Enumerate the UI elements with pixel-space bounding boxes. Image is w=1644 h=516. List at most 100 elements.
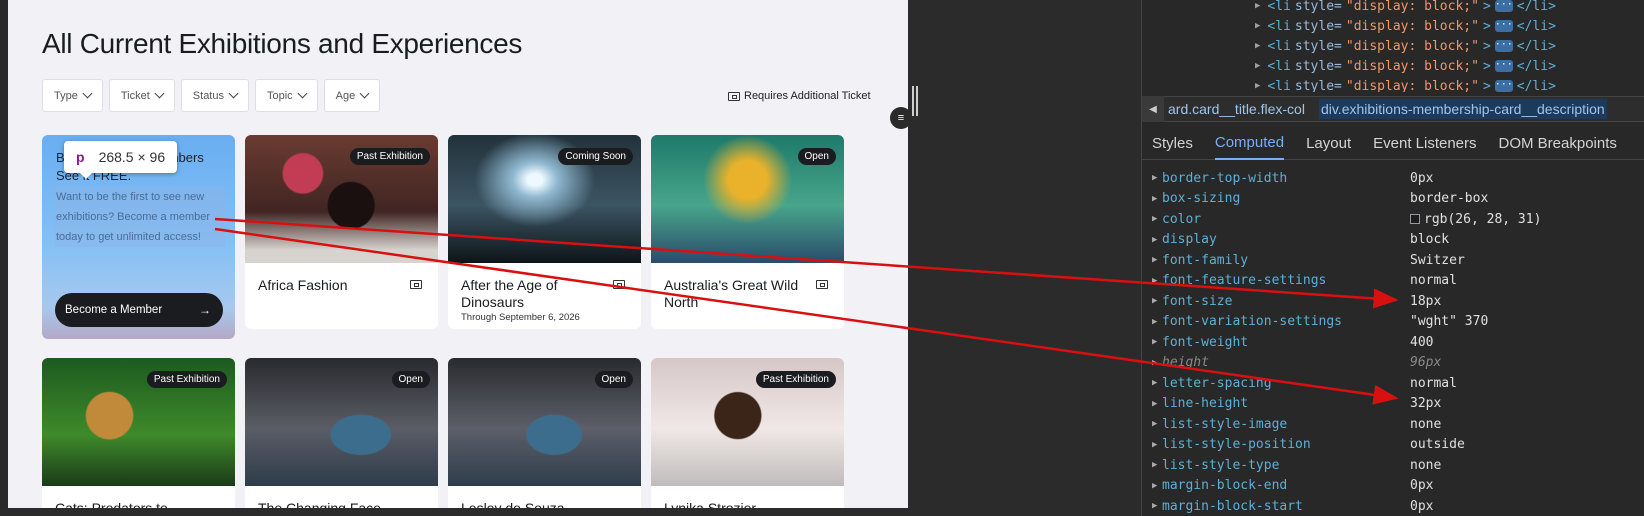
tooltip-size: 268.5 × 96 [98, 149, 166, 165]
exhibition-title: The Changing Face [258, 500, 381, 508]
dom-val: "display: block;" [1345, 18, 1479, 34]
computed-property-row[interactable]: ▶ list-style-position outside [1152, 435, 1642, 455]
color-swatch-icon[interactable] [1410, 214, 1420, 224]
exhibition-card[interactable]: Past Exhibition Africa Fashion [245, 135, 438, 329]
expand-icon: ▶ [1255, 81, 1261, 91]
computed-property-row[interactable]: ▶ box-sizing border-box [1152, 189, 1642, 209]
computed-property-row[interactable]: ▶ font-weight 400 [1152, 332, 1642, 352]
requires-ticket-legend: Requires Additional Ticket [728, 90, 871, 102]
chevron-down-icon [228, 88, 239, 99]
tab-layout[interactable]: Layout [1306, 135, 1351, 152]
property-name: list-style-image [1162, 416, 1288, 432]
computed-property-row[interactable]: ▶ line-height 32px [1152, 394, 1642, 414]
computed-property-row[interactable]: ▶ height 96px [1152, 353, 1642, 373]
become-member-button[interactable]: Become a Member → [55, 293, 223, 327]
dom-node[interactable]: ▶ <li style= "display: block;" > ··· </li> [1255, 56, 1556, 76]
exhibitions-page: All Current Exhibitions and Experiences … [0, 0, 908, 508]
property-value: 0px [1410, 478, 1434, 493]
expand-icon[interactable]: ▶ [1152, 194, 1162, 204]
filter-type[interactable]: Type [42, 79, 103, 112]
tooltip-tag: p [76, 149, 85, 165]
ellipsis-icon[interactable]: ··· [1494, 40, 1513, 52]
dom-node[interactable]: ▶ <li style= "display: block;" > ··· </li> [1255, 36, 1556, 56]
tab-event-listeners[interactable]: Event Listeners [1373, 135, 1476, 152]
computed-property-row[interactable]: ▶ list-style-image none [1152, 414, 1642, 434]
property-value: rgb(26, 28, 31) [1410, 212, 1541, 227]
expand-icon[interactable]: ▶ [1152, 173, 1162, 183]
filter-toggle-icon[interactable]: ≡ [890, 107, 912, 129]
expand-icon[interactable]: ▶ [1152, 501, 1162, 511]
expand-icon[interactable]: ▶ [1152, 419, 1162, 429]
property-value: normal [1410, 273, 1457, 288]
computed-property-row[interactable]: ▶ display block [1152, 230, 1642, 250]
computed-property-row[interactable]: ▶ font-size 18px [1152, 291, 1642, 311]
computed-property-row[interactable]: ▶ border-top-width 0px [1152, 168, 1642, 188]
dom-val: "display: block;" [1345, 58, 1479, 74]
dom-node[interactable]: ▶ <li style= "display: block;" > ··· </li> [1255, 76, 1556, 92]
exhibition-title: Lynika Strozier [664, 500, 757, 508]
filter-status[interactable]: Status [180, 79, 249, 112]
computed-property-row[interactable]: ▶ margin-block-start 0px [1152, 496, 1642, 516]
resize-handle[interactable] [912, 86, 914, 116]
ellipsis-icon[interactable]: ··· [1494, 0, 1513, 12]
expand-icon[interactable]: ▶ [1152, 317, 1162, 327]
ellipsis-icon[interactable]: ··· [1494, 80, 1513, 92]
expand-icon[interactable]: ▶ [1152, 337, 1162, 347]
expand-icon[interactable]: ▶ [1152, 440, 1162, 450]
tab-computed[interactable]: Computed [1214, 128, 1285, 160]
property-name: font-weight [1162, 334, 1249, 350]
expand-icon[interactable]: ▶ [1152, 481, 1162, 491]
exhibition-card[interactable]: Coming Soon After the Age of Dinosaurs T… [448, 135, 641, 329]
expand-icon[interactable]: ▶ [1152, 214, 1162, 224]
ellipsis-icon[interactable]: ··· [1494, 60, 1513, 72]
devtools-tabs: Styles Computed Layout Event Listeners D… [1142, 128, 1644, 160]
expand-icon: ▶ [1255, 61, 1261, 71]
filter-ticket[interactable]: Ticket [108, 79, 175, 112]
dom-node[interactable]: ▶ <li style= "display: block;" > ··· </li> [1255, 16, 1556, 36]
dom-node[interactable]: ▶ <li style= "display: block;" > ··· </li> [1255, 0, 1556, 16]
dom-attr: style= [1294, 58, 1342, 74]
exhibition-card[interactable]: Past Exhibition Lynika Strozier [651, 358, 844, 508]
expand-icon[interactable]: ▶ [1152, 235, 1162, 245]
computed-property-row[interactable]: ▶ color rgb(26, 28, 31) [1152, 209, 1642, 229]
expand-icon[interactable]: ▶ [1152, 296, 1162, 306]
property-name: font-size [1162, 293, 1233, 309]
dom-tag: <li [1267, 0, 1291, 14]
property-value: "wght" 370 [1410, 314, 1489, 329]
dom-val: "display: block;" [1345, 0, 1479, 14]
requires-ticket-label: Requires Additional Ticket [744, 90, 871, 102]
expand-icon[interactable]: ▶ [1152, 460, 1162, 470]
exhibition-card[interactable]: Open Australia's Great Wild North [651, 135, 844, 329]
ellipsis-icon[interactable]: ··· [1494, 20, 1513, 32]
computed-property-row[interactable]: ▶ font-feature-settings normal [1152, 271, 1642, 291]
filter-topic[interactable]: Topic [254, 79, 318, 112]
expand-icon[interactable]: ▶ [1152, 358, 1162, 368]
property-value: border-box [1410, 191, 1489, 206]
computed-property-row[interactable]: ▶ letter-spacing normal [1152, 373, 1642, 393]
computed-property-row[interactable]: ▶ list-style-type none [1152, 455, 1642, 475]
breadcrumb-item-active[interactable]: div.exhibitions-membership-card__descrip… [1318, 99, 1607, 119]
property-value: 0px [1410, 170, 1434, 186]
computed-property-row[interactable]: ▶ font-variation-settings "wght" 370 [1152, 312, 1642, 332]
filter-age[interactable]: Age [323, 79, 381, 112]
dom-close: </li> [1516, 78, 1556, 93]
chevron-left-icon[interactable]: ◀ [1142, 96, 1164, 122]
tab-dom-breakpoints[interactable]: DOM Breakpoints [1499, 135, 1617, 152]
ticket-icon [816, 280, 828, 289]
breadcrumb-item[interactable]: ard.card__title.flex-col [1168, 101, 1305, 117]
exhibition-card[interactable]: Open The Changing Face [245, 358, 438, 508]
exhibition-image: Open [245, 358, 438, 486]
exhibition-card[interactable]: Past Exhibition Cats: Predators to [42, 358, 235, 508]
property-name: border-top-width [1162, 170, 1288, 186]
expand-icon[interactable]: ▶ [1152, 378, 1162, 388]
resize-handle[interactable] [916, 86, 918, 116]
expand-icon[interactable]: ▶ [1152, 399, 1162, 409]
computed-property-row[interactable]: ▶ margin-block-end 0px [1152, 476, 1642, 496]
dom-tree: ▶ <li style= "display: block;" > ··· </li> ▶ <l… [1142, 0, 1644, 92]
expand-icon[interactable]: ▶ [1152, 276, 1162, 286]
computed-property-row[interactable]: ▶ font-family Switzer [1152, 250, 1642, 270]
property-name: list-style-type [1162, 457, 1280, 473]
expand-icon[interactable]: ▶ [1152, 255, 1162, 265]
tab-styles[interactable]: Styles [1152, 135, 1193, 152]
exhibition-card[interactable]: Open Lesley de Souza [448, 358, 641, 508]
